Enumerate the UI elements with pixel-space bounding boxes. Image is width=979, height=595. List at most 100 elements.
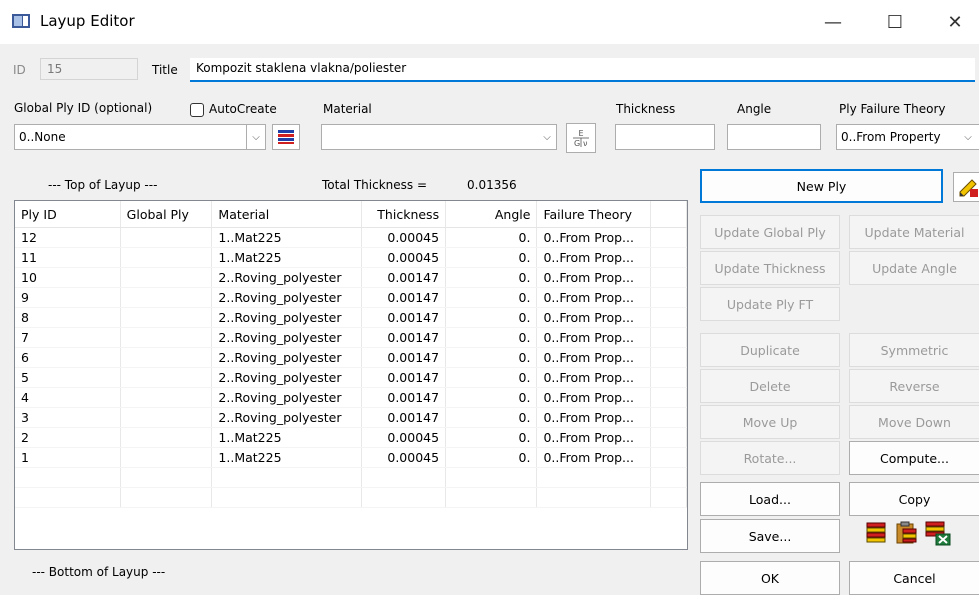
- table-row[interactable]: 3 2..Roving_polyester 0.00147 0. 0..From Pro…: [15, 407, 687, 428]
- stack-icon: [278, 130, 294, 144]
- maximize-button[interactable]: ☐: [872, 6, 918, 38]
- table-row[interactable]: 4 2..Roving_polyester 0.00147 0. 0..From Pro…: [15, 387, 687, 408]
- global-ply-stack-button[interactable]: [272, 124, 300, 150]
- cell-global-ply: [120, 287, 213, 308]
- copy-layers-button[interactable]: [864, 520, 890, 546]
- ply-table[interactable]: Ply ID Global Ply Material Thickness Ang…: [14, 200, 688, 550]
- cell-thickness: 0.00147: [361, 307, 447, 328]
- table-row[interactable]: 8 2..Roving_polyester 0.00147 0. 0..From Pro…: [15, 307, 687, 328]
- new-ply-pencil-button[interactable]: [953, 172, 979, 202]
- table-row[interactable]: 7 2..Roving_polyester 0.00147 0. 0..From Pro…: [15, 327, 687, 348]
- id-label: ID: [13, 63, 26, 77]
- table-row[interactable]: [15, 467, 687, 488]
- cell-angle: 0.: [445, 307, 538, 328]
- cell-failure-theory: 0..From Prop...: [536, 387, 652, 408]
- cell-failure-theory: 0..From Prop...: [536, 327, 652, 348]
- cell-angle: 0.: [445, 267, 538, 288]
- table-row[interactable]: 12 1..Mat225 0.00045 0. 0..From Prop...: [15, 227, 687, 248]
- compute-button[interactable]: Compute...: [849, 441, 979, 475]
- chevron-down-icon[interactable]: ⌵: [959, 125, 977, 149]
- cell-thickness: 0.00147: [361, 347, 447, 368]
- cell-material: 2..Roving_polyester: [211, 327, 363, 348]
- cell-angle: 0.: [445, 227, 538, 248]
- table-row[interactable]: 10 2..Roving_polyester 0.00147 0. 0..From Pr…: [15, 267, 687, 288]
- cell-angle: 0.: [445, 407, 538, 428]
- column-header-material[interactable]: Material: [211, 201, 363, 228]
- clipboard-icon: [896, 521, 917, 544]
- cell-angle: 0.: [445, 247, 538, 268]
- column-header-failure-theory[interactable]: Failure Theory: [536, 201, 652, 228]
- column-header-angle[interactable]: Angle: [445, 201, 538, 228]
- angle-input[interactable]: [727, 124, 821, 150]
- move-down-button[interactable]: Move Down: [849, 405, 979, 439]
- symmetric-button[interactable]: Symmetric: [849, 333, 979, 367]
- cell-thickness: [361, 467, 447, 488]
- new-ply-button[interactable]: New Ply: [700, 169, 943, 203]
- svg-text:E: E: [578, 129, 583, 138]
- reverse-button[interactable]: Reverse: [849, 369, 979, 403]
- table-row[interactable]: 9 2..Roving_polyester 0.00147 0. 0..From Pro…: [15, 287, 687, 308]
- export-excel-button[interactable]: [924, 520, 952, 546]
- ok-button[interactable]: OK: [700, 561, 840, 595]
- cell-thickness: 0.00147: [361, 327, 447, 348]
- material-select[interactable]: ⌵: [321, 124, 557, 150]
- cell-global-ply: [120, 387, 213, 408]
- cell-failure-theory: 0..From Prop...: [536, 407, 652, 428]
- update-angle-button[interactable]: Update Angle: [849, 251, 979, 285]
- cell-global-ply: [120, 267, 213, 288]
- angle-label: Angle: [737, 102, 772, 116]
- load-button[interactable]: Load...: [700, 482, 840, 516]
- cell-angle: 0.: [445, 387, 538, 408]
- column-header-ply-id[interactable]: Ply ID: [15, 201, 121, 228]
- cell-ply-id: 1: [15, 447, 121, 468]
- chevron-down-icon[interactable]: ⌵: [538, 125, 556, 149]
- ply-failure-label: Ply Failure Theory: [839, 102, 946, 116]
- update-ply-ft-button[interactable]: Update Ply FT: [700, 287, 840, 321]
- cell-global-ply: [120, 447, 213, 468]
- table-row[interactable]: [15, 487, 687, 508]
- cell-thickness: 0.00147: [361, 287, 447, 308]
- update-global-ply-button[interactable]: Update Global Ply: [700, 215, 840, 249]
- table-row[interactable]: 6 2..Roving_polyester 0.00147 0. 0..From Pro…: [15, 347, 687, 368]
- total-thickness-label: Total Thickness =: [322, 178, 428, 192]
- copy-button[interactable]: Copy: [849, 482, 979, 516]
- table-row[interactable]: 11 1..Mat225 0.00045 0. 0..From Prop...: [15, 247, 687, 268]
- ply-failure-select[interactable]: 0..From Property ⌵: [836, 124, 979, 150]
- update-material-button[interactable]: Update Material: [849, 215, 979, 249]
- global-ply-select[interactable]: 0..None ⌵: [14, 124, 266, 150]
- paste-clipboard-button[interactable]: [894, 520, 920, 546]
- material-e-g-nu-icon: E G ν: [573, 129, 589, 148]
- table-header-row: Ply ID Global Ply Material Thickness Ang…: [15, 201, 687, 228]
- material-egnu-button[interactable]: E G ν: [566, 123, 596, 153]
- minimize-button[interactable]: —: [810, 6, 856, 38]
- cancel-button[interactable]: Cancel: [849, 561, 979, 595]
- material-label: Material: [323, 102, 372, 116]
- move-up-button[interactable]: Move Up: [700, 405, 840, 439]
- chevron-down-icon[interactable]: ⌵: [246, 125, 265, 149]
- column-header-thickness[interactable]: Thickness: [361, 201, 447, 228]
- cell-filler: [650, 487, 687, 508]
- cell-thickness: 0.00147: [361, 267, 447, 288]
- autocreate-checkbox[interactable]: [190, 103, 204, 117]
- duplicate-button[interactable]: Duplicate: [700, 333, 840, 367]
- close-button[interactable]: ✕: [932, 6, 978, 38]
- table-row[interactable]: 2 1..Mat225 0.00045 0. 0..From Prop...: [15, 427, 687, 448]
- table-row[interactable]: 5 2..Roving_polyester 0.00147 0. 0..From Pro…: [15, 367, 687, 388]
- thickness-input[interactable]: [615, 124, 715, 150]
- bottom-of-layup-label: --- Bottom of Layup ---: [32, 565, 166, 579]
- cell-ply-id: 4: [15, 387, 121, 408]
- update-thickness-button[interactable]: Update Thickness: [700, 251, 840, 285]
- save-button[interactable]: Save...: [700, 519, 840, 553]
- cell-thickness: 0.00045: [361, 427, 447, 448]
- cell-ply-id: 12: [15, 227, 121, 248]
- cell-failure-theory: 0..From Prop...: [536, 347, 652, 368]
- cell-angle: [445, 487, 538, 508]
- cell-material: 1..Mat225: [211, 227, 363, 248]
- column-header-global-ply[interactable]: Global Ply: [120, 201, 213, 228]
- cell-failure-theory: 0..From Prop...: [536, 447, 652, 468]
- delete-button[interactable]: Delete: [700, 369, 840, 403]
- title-input[interactable]: Kompozit staklena vlakna/poliester: [190, 58, 975, 82]
- table-row[interactable]: 1 1..Mat225 0.00045 0. 0..From Prop...: [15, 447, 687, 468]
- excel-icon: [925, 521, 951, 546]
- rotate-button[interactable]: Rotate...: [700, 441, 840, 475]
